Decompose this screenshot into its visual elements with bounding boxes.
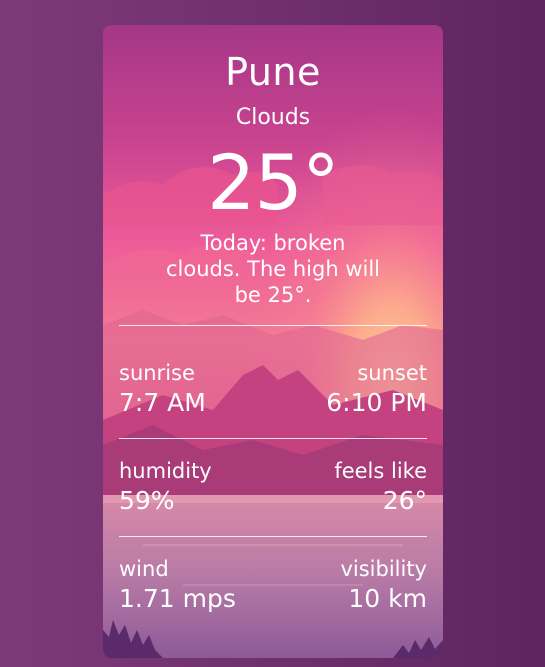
sunset-label: sunset: [357, 361, 427, 385]
visibility-label: visibility: [340, 557, 427, 581]
city-name: Pune: [225, 50, 321, 94]
weather-condition: Clouds: [235, 105, 311, 130]
humidity-value: 59%: [119, 486, 175, 515]
humidity-label: humidity: [119, 459, 212, 483]
wind-label: wind: [119, 557, 169, 581]
weather-content: Pune Clouds 25° Today: broken clouds. Th…: [103, 25, 443, 658]
visibility-value: 10 km: [348, 584, 427, 613]
feels-like-label: feels like: [334, 459, 427, 483]
divider: [119, 438, 427, 439]
sunrise-label: sunrise: [119, 361, 195, 385]
temperature: 25°: [207, 138, 340, 227]
divider: [119, 536, 427, 537]
forecast-summary: Today: broken clouds. The high will be 2…: [165, 231, 381, 307]
divider: [119, 325, 427, 326]
sunrise-value: 7:7 AM: [119, 388, 206, 417]
feels-like-value: 26°: [382, 486, 427, 515]
weather-card: Pune Clouds 25° Today: broken clouds. Th…: [103, 25, 443, 658]
sunset-value: 6:10 PM: [326, 388, 427, 417]
wind-value: 1.71 mps: [119, 584, 236, 613]
